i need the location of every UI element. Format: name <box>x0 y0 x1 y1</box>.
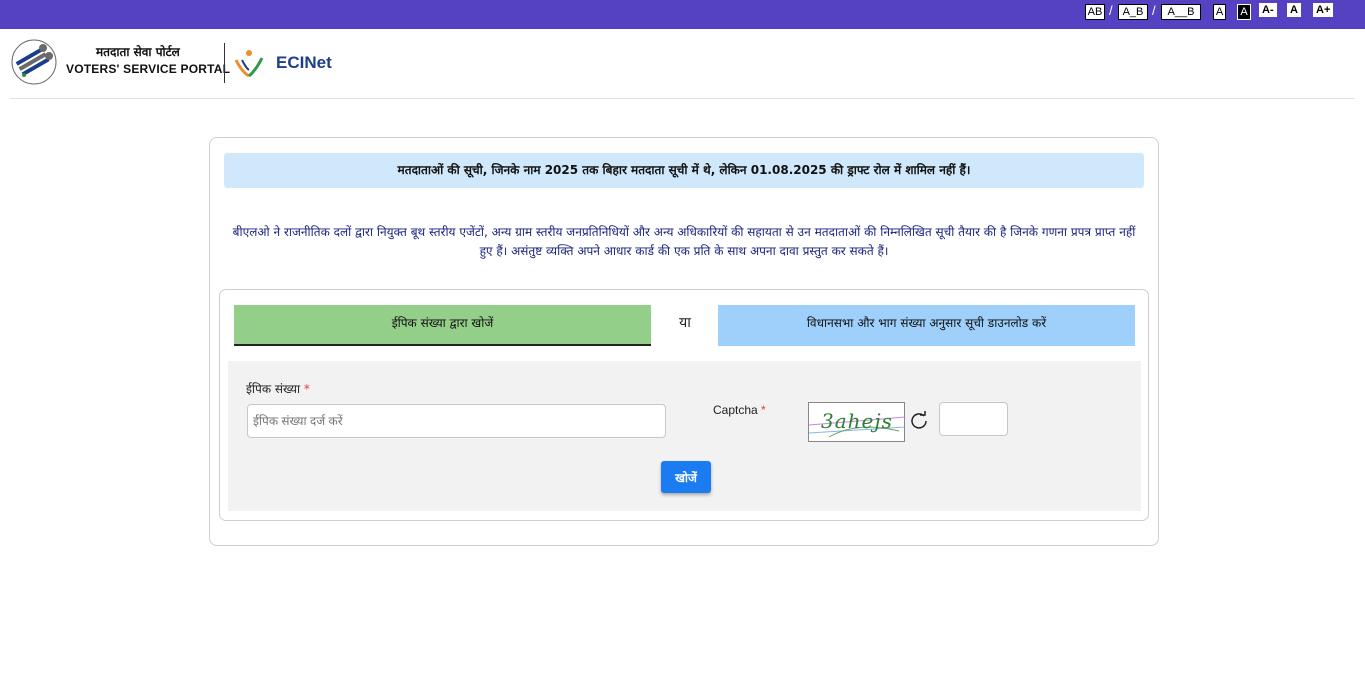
main-card: मतदाताओं की सूची, जिनके नाम 2025 तक बिहा… <box>209 137 1159 546</box>
ecinet-logo-icon[interactable] <box>232 46 266 80</box>
letter-spacing-large-button[interactable]: A__B <box>1161 4 1201 20</box>
header-divider <box>224 43 225 83</box>
captcha-label-text: Captcha <box>713 403 758 417</box>
captcha-image: 3ahejs <box>808 402 905 442</box>
epic-label-text: ईपिक संख्या <box>246 382 301 396</box>
epic-search-form: ईपिक संख्या * Captcha * 3ahejs <box>228 361 1141 511</box>
captcha-text: 3ahejs <box>821 409 893 433</box>
contrast-dark-button[interactable]: A <box>1237 4 1251 20</box>
search-panel: ईपिक संख्या द्वारा खोजें या विधानसभा और … <box>219 289 1149 521</box>
portal-name-hindi: मतदाता सेवा पोर्टल <box>96 45 180 59</box>
notice-description: बीएलओ ने राजनीतिक दलों द्वारा नियुक्त बू… <box>232 225 1136 258</box>
required-mark: * <box>761 403 766 417</box>
epic-label: ईपिक संख्या * <box>246 380 310 397</box>
portal-name-english: VOTERS' SERVICE PORTAL <box>66 62 231 76</box>
required-mark: * <box>303 382 310 396</box>
font-decrease-button[interactable]: A- <box>1259 3 1277 17</box>
font-increase-button[interactable]: A+ <box>1313 3 1334 17</box>
eci-logo-icon[interactable] <box>10 39 58 85</box>
epic-number-input[interactable] <box>247 404 666 438</box>
search-button[interactable]: खोजें <box>661 461 711 493</box>
font-normal-button[interactable]: A <box>1287 3 1301 17</box>
letter-spacing-medium-button[interactable]: A_B <box>1118 4 1148 20</box>
letter-spacing-normal-button[interactable]: AB <box>1085 4 1105 20</box>
refresh-captcha-icon[interactable] <box>909 410 929 430</box>
separator: / <box>1152 3 1156 18</box>
tab-download-by-assembly[interactable]: विधानसभा और भाग संख्या अनुसार सूची डाउनल… <box>718 305 1135 346</box>
accessibility-bar: AB / A_B / A__B A A A- A A+ <box>0 0 1365 29</box>
notice-heading: मतदाताओं की सूची, जिनके नाम 2025 तक बिहा… <box>224 153 1144 188</box>
ecinet-label: ECINet <box>276 53 332 72</box>
captcha-label: Captcha * <box>713 403 766 417</box>
contrast-normal-button[interactable]: A <box>1213 4 1226 20</box>
tab-search-by-epic[interactable]: ईपिक संख्या द्वारा खोजें <box>234 305 651 346</box>
or-separator: या <box>679 315 691 331</box>
captcha-input[interactable] <box>939 402 1008 436</box>
separator: / <box>1109 3 1113 18</box>
site-header: मतदाता सेवा पोर्टल VOTERS' SERVICE PORTA… <box>10 36 1355 99</box>
